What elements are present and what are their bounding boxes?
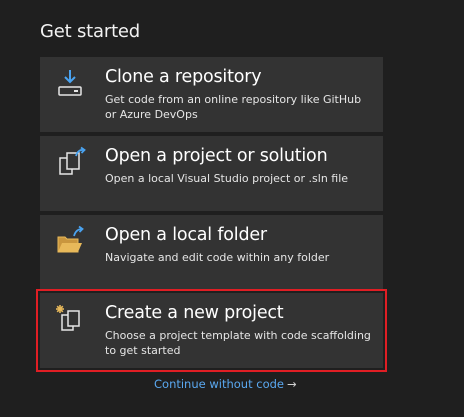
option-title: Open a project or solution bbox=[105, 146, 328, 166]
option-title: Clone a repository bbox=[105, 67, 262, 87]
arrow-right-icon: → bbox=[287, 377, 297, 391]
option-description: Get code from an online repository like … bbox=[105, 93, 362, 121]
option-description: Choose a project template with code scaf… bbox=[105, 329, 371, 357]
continue-link-label: Continue without code bbox=[154, 377, 284, 391]
open-folder-option[interactable]: Open a local folder Navigate and edit co… bbox=[40, 215, 383, 290]
continue-without-code-link[interactable]: Continue without code → bbox=[154, 376, 297, 392]
clone-repository-option[interactable]: Clone a repository Get code from an onli… bbox=[40, 57, 383, 132]
open-solution-icon bbox=[54, 146, 86, 178]
open-folder-icon bbox=[54, 225, 86, 257]
get-started-heading: Get started bbox=[40, 21, 141, 42]
option-title: Create a new project bbox=[105, 303, 284, 323]
download-icon bbox=[54, 67, 86, 99]
open-project-option[interactable]: Open a project or solution Open a local … bbox=[40, 136, 383, 211]
option-title: Open a local folder bbox=[105, 225, 267, 245]
option-description: Open a local Visual Studio project or .s… bbox=[105, 172, 349, 185]
new-project-icon bbox=[54, 303, 86, 335]
create-new-project-option[interactable]: Create a new project Choose a project te… bbox=[36, 289, 387, 372]
option-description: Navigate and edit code within any folder bbox=[105, 251, 330, 264]
